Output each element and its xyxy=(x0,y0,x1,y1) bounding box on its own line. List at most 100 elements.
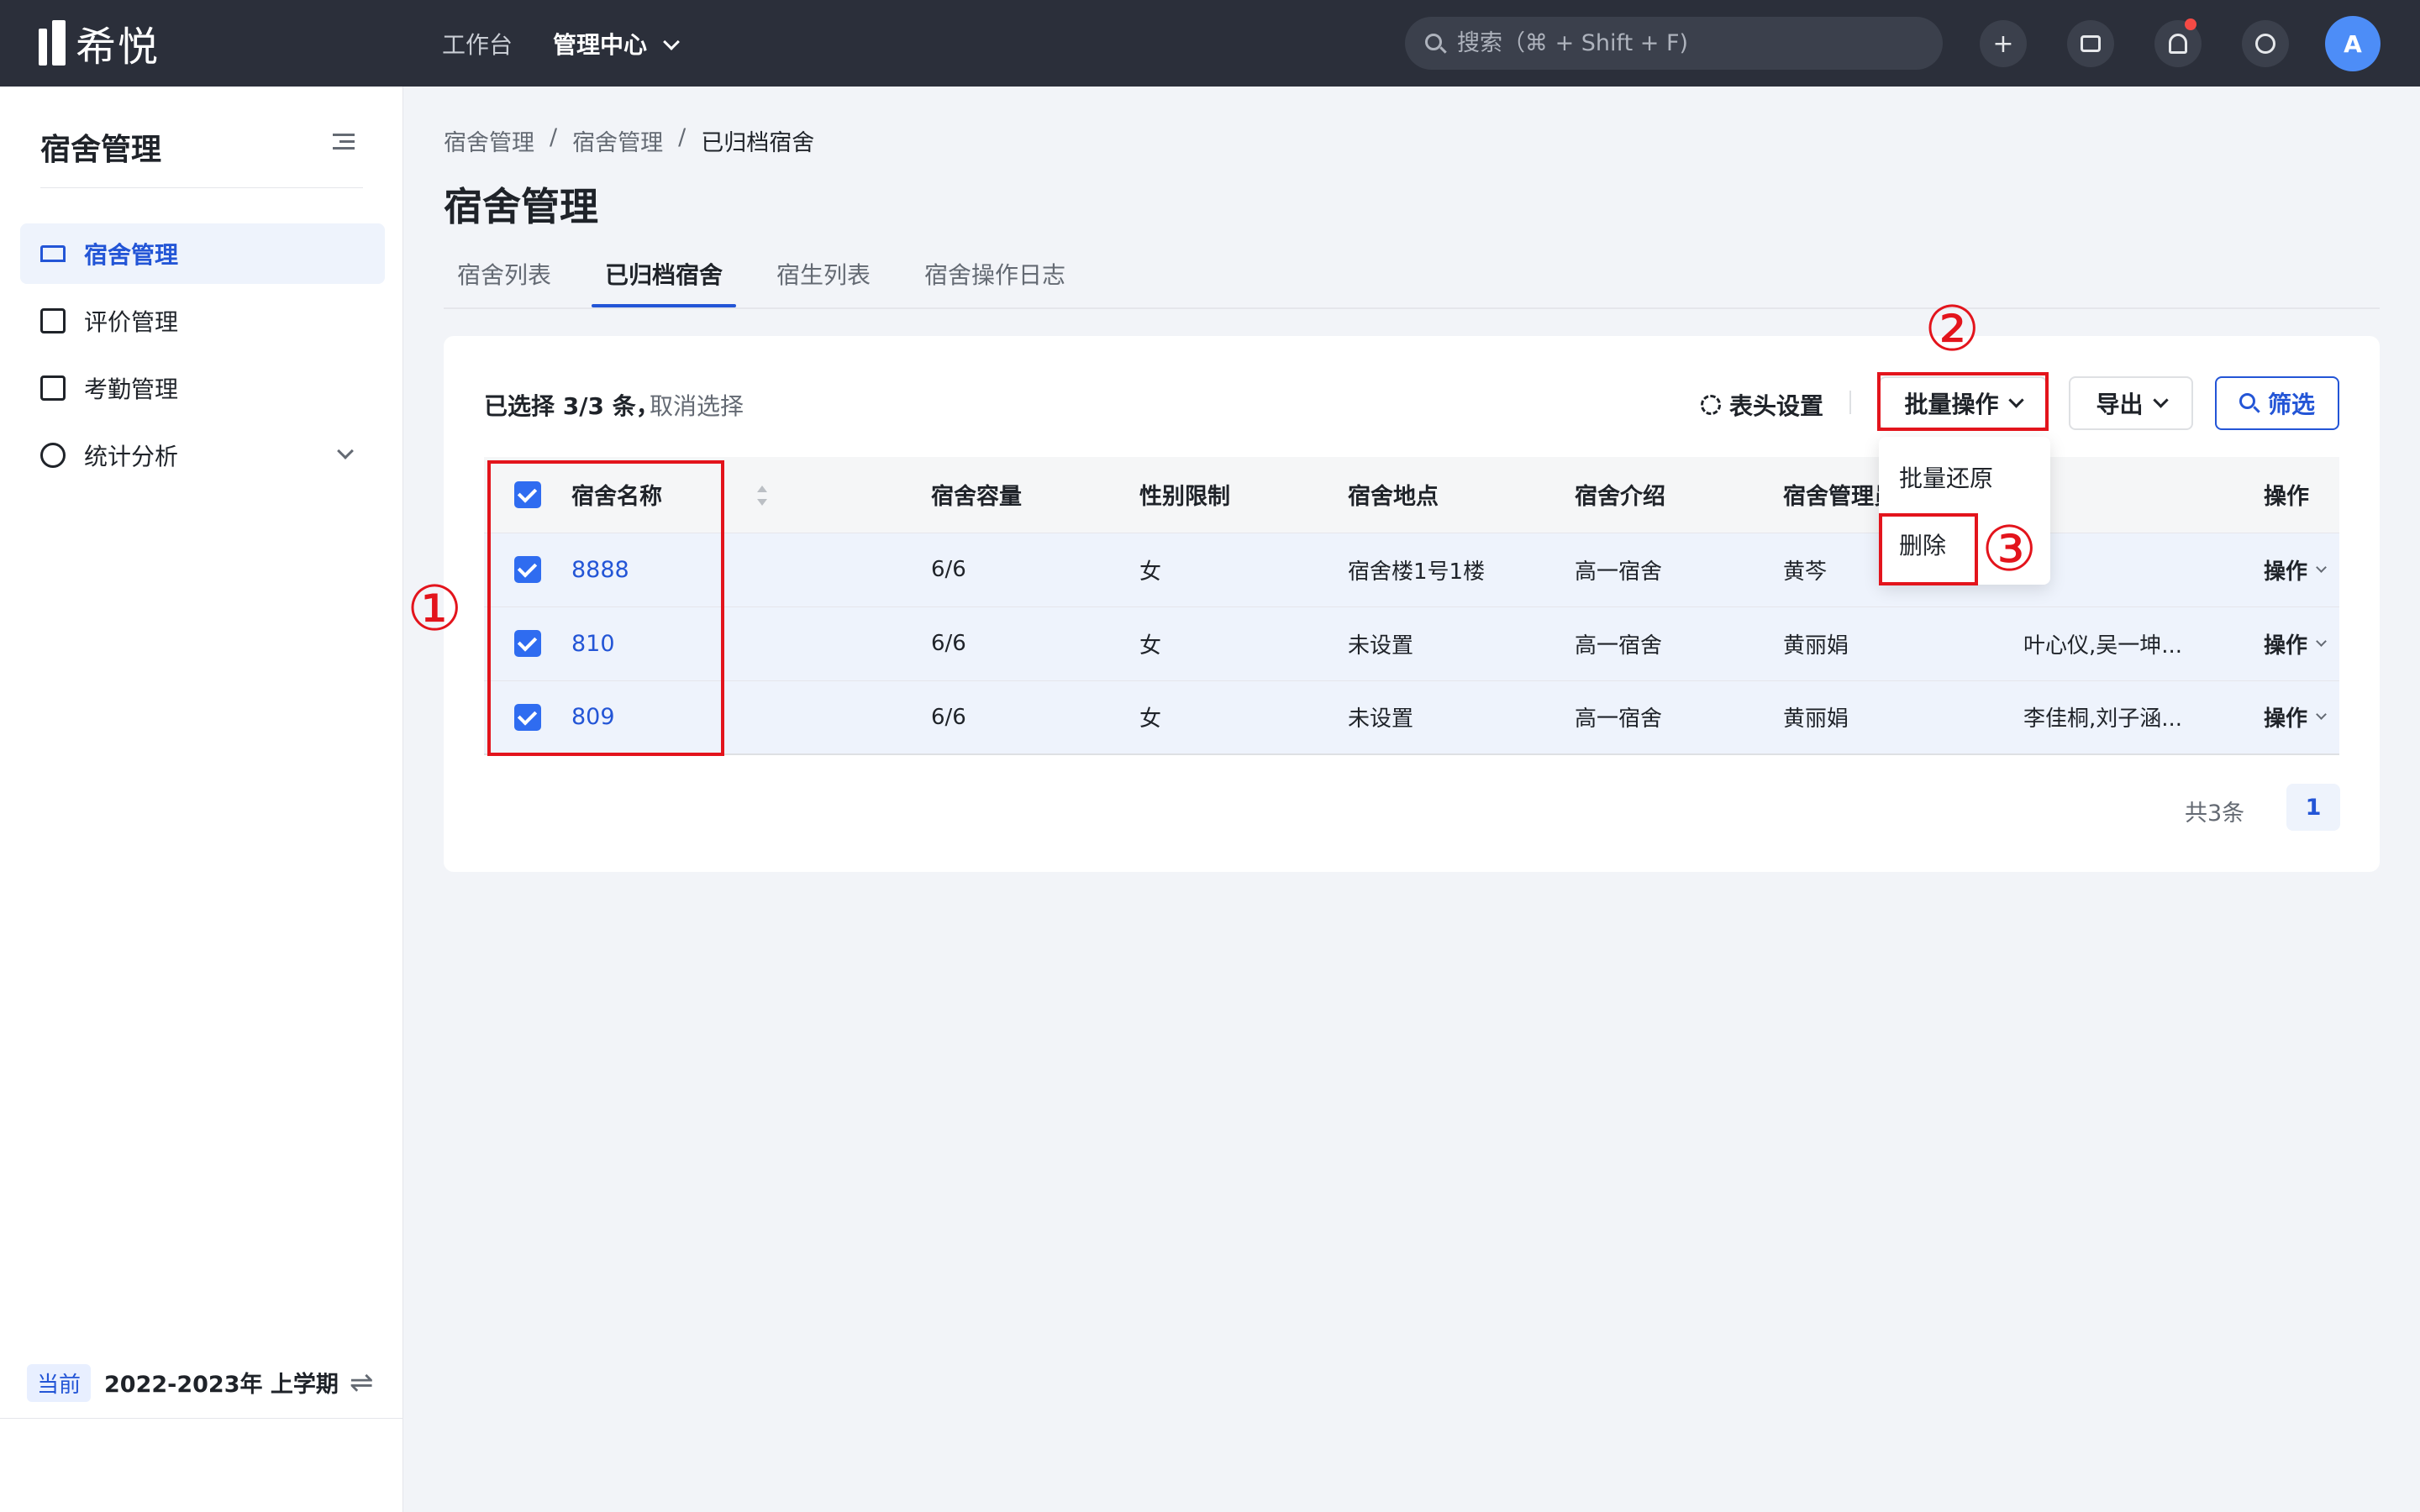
chevron-down-icon xyxy=(337,443,354,459)
help-button[interactable] xyxy=(2242,20,2289,67)
nav-workbench[interactable]: 工作台 xyxy=(442,27,513,60)
cancel-selection-link[interactable]: 取消选择 xyxy=(650,388,744,422)
capacity-cell: 6/6 xyxy=(931,680,1139,755)
active-tab-indicator xyxy=(592,304,736,307)
breadcrumb-separator: / xyxy=(550,124,558,150)
header-settings-label: 表头设置 xyxy=(1729,392,1824,420)
breadcrumb-item[interactable]: 宿舍管理 xyxy=(444,124,534,157)
page-title: 宿舍管理 xyxy=(444,184,598,229)
annotation-box-1 xyxy=(487,460,724,756)
sidebar-item-evaluation[interactable]: 评价管理 xyxy=(20,291,385,351)
tab-archived-dorms[interactable]: 已归档宿舍 xyxy=(605,257,723,291)
app-logo[interactable]: 希悦 xyxy=(39,18,160,71)
column-header-gender: 性别限制 xyxy=(1139,457,1348,533)
filter-button[interactable]: 筛选 xyxy=(2215,376,2339,430)
row-operations-menu[interactable]: 操作 xyxy=(2264,701,2327,732)
help-icon xyxy=(2255,34,2275,54)
operations-label: 操作 xyxy=(2264,633,2308,659)
chevron-down-icon xyxy=(663,34,680,50)
pie-chart-icon xyxy=(40,443,66,468)
column-header-capacity: 宿舍容量 xyxy=(931,457,1139,533)
nav-admin-center-label: 管理中心 xyxy=(553,31,648,59)
table-row[interactable]: 810 6/6 女 未设置 高一宿舍 黄丽娟 叶心仪,吴一坤... 操作 xyxy=(484,606,2339,680)
collapse-sidebar-icon[interactable] xyxy=(333,134,355,150)
bell-icon xyxy=(2169,34,2187,54)
header-settings-button[interactable]: 表头设置 xyxy=(1701,388,1823,422)
sidebar-item-label: 评价管理 xyxy=(84,308,179,336)
gear-icon xyxy=(1701,395,1721,415)
sidebar-item-attendance[interactable]: 考勤管理 xyxy=(20,358,385,418)
annotation-number-3: ③ xyxy=(1981,513,2038,585)
manager-cell: 黄丽娟 xyxy=(1783,606,2023,680)
notification-button[interactable] xyxy=(2154,18,2202,67)
chevron-down-icon xyxy=(2316,561,2327,573)
tab-resident-list[interactable]: 宿生列表 xyxy=(776,257,871,291)
sidebar-item-statistics[interactable]: 统计分析 xyxy=(20,425,385,486)
breadcrumb-current: 已归档宿舍 xyxy=(701,130,815,156)
nav-admin-center[interactable]: 管理中心 xyxy=(553,27,680,60)
row-operations-menu[interactable]: 操作 xyxy=(2264,628,2327,659)
global-search[interactable] xyxy=(1405,17,1943,70)
sidebar-item-label: 考勤管理 xyxy=(84,375,179,403)
archived-dorm-table: 宿舍名称 宿舍容量 性别限制 宿舍地点 宿舍介绍 宿舍管理员 操作 8888 6… xyxy=(484,457,2339,755)
menu-item-batch-restore[interactable]: 批量还原 xyxy=(1899,460,1993,494)
annotation-box-3 xyxy=(1879,513,1978,585)
capacity-cell: 6/6 xyxy=(931,532,1139,606)
location-cell: 未设置 xyxy=(1348,680,1575,755)
residents-cell: 李佳桐,刘子涵... xyxy=(2023,706,2183,732)
logo-mark-icon xyxy=(39,20,67,66)
filter-label: 筛选 xyxy=(2267,391,2315,418)
column-header-operations: 操作 xyxy=(2264,484,2309,511)
table-row[interactable]: 8888 6/6 女 宿舍楼1号1楼 高一宿舍 黄芩 操作 xyxy=(484,532,2339,606)
table-header-row: 宿舍名称 宿舍容量 性别限制 宿舍地点 宿舍介绍 宿舍管理员 操作 xyxy=(484,457,2339,533)
user-avatar[interactable]: A xyxy=(2325,16,2381,71)
annotation-box-2 xyxy=(1877,372,2049,431)
calendar-icon xyxy=(40,375,66,401)
chevron-down-icon xyxy=(2152,391,2169,408)
tab-operation-log[interactable]: 宿舍操作日志 xyxy=(924,257,1065,291)
sidebar-divider xyxy=(40,187,363,188)
column-header-location: 宿舍地点 xyxy=(1348,457,1575,533)
operations-label: 操作 xyxy=(2264,559,2308,585)
report-icon xyxy=(40,308,66,333)
table-row[interactable]: 809 6/6 女 未设置 高一宿舍 黄丽娟 李佳桐,刘子涵... 操作 xyxy=(484,680,2339,755)
tab-dorm-list[interactable]: 宿舍列表 xyxy=(457,257,551,291)
plus-icon: + xyxy=(1992,29,2014,59)
tab-bar: 宿舍列表 已归档宿舍 宿生列表 宿舍操作日志 xyxy=(444,252,2380,309)
operations-label: 操作 xyxy=(2264,706,2308,732)
intro-cell: 高一宿舍 xyxy=(1575,606,1783,680)
search-input[interactable] xyxy=(1457,30,1928,56)
sort-icon[interactable] xyxy=(756,484,768,507)
notification-dot xyxy=(2185,18,2196,30)
row-operations-menu[interactable]: 操作 xyxy=(2264,554,2327,585)
chevron-down-icon xyxy=(2316,635,2327,647)
breadcrumb-separator: / xyxy=(678,124,687,150)
logo-text: 希悦 xyxy=(76,24,160,71)
current-term-badge: 当前 xyxy=(27,1364,92,1402)
gender-cell: 女 xyxy=(1139,606,1348,680)
manager-cell: 黄丽娟 xyxy=(1783,680,2023,755)
export-button[interactable]: 导出 xyxy=(2069,376,2193,430)
column-header-intro: 宿舍介绍 xyxy=(1575,457,1783,533)
switch-term-icon[interactable]: ⇌ xyxy=(350,1366,374,1399)
add-button[interactable]: + xyxy=(1980,20,2027,67)
bed-icon xyxy=(40,245,66,262)
top-bar: 希悦 工作台 管理中心 + A xyxy=(0,0,2420,87)
annotation-number-2: ② xyxy=(1924,293,1981,365)
sidebar-title: 宿舍管理 xyxy=(40,133,162,167)
pagination-page-button[interactable]: 1 xyxy=(2286,784,2340,831)
sidebar-item-dorm-management[interactable]: 宿舍管理 xyxy=(20,223,385,284)
toolbar-divider xyxy=(1849,391,1851,414)
breadcrumb-item[interactable]: 宿舍管理 xyxy=(572,124,663,157)
sidebar: 宿舍管理 宿舍管理 评价管理 考勤管理 统计分析 xyxy=(0,87,403,1512)
search-icon xyxy=(2238,393,2260,413)
annotation-number-1: ① xyxy=(407,573,463,645)
current-term-text: 2022-2023年 上学期 xyxy=(104,1372,339,1398)
chevron-down-icon xyxy=(2316,709,2327,721)
sidebar-footer-divider xyxy=(0,1418,403,1419)
message-button[interactable] xyxy=(2067,20,2114,67)
sidebar-item-label: 统计分析 xyxy=(84,443,179,470)
breadcrumb: 宿舍管理 / 宿舍管理 / 已归档宿舍 xyxy=(444,124,814,157)
message-icon xyxy=(2081,35,2101,52)
gender-cell: 女 xyxy=(1139,680,1348,755)
